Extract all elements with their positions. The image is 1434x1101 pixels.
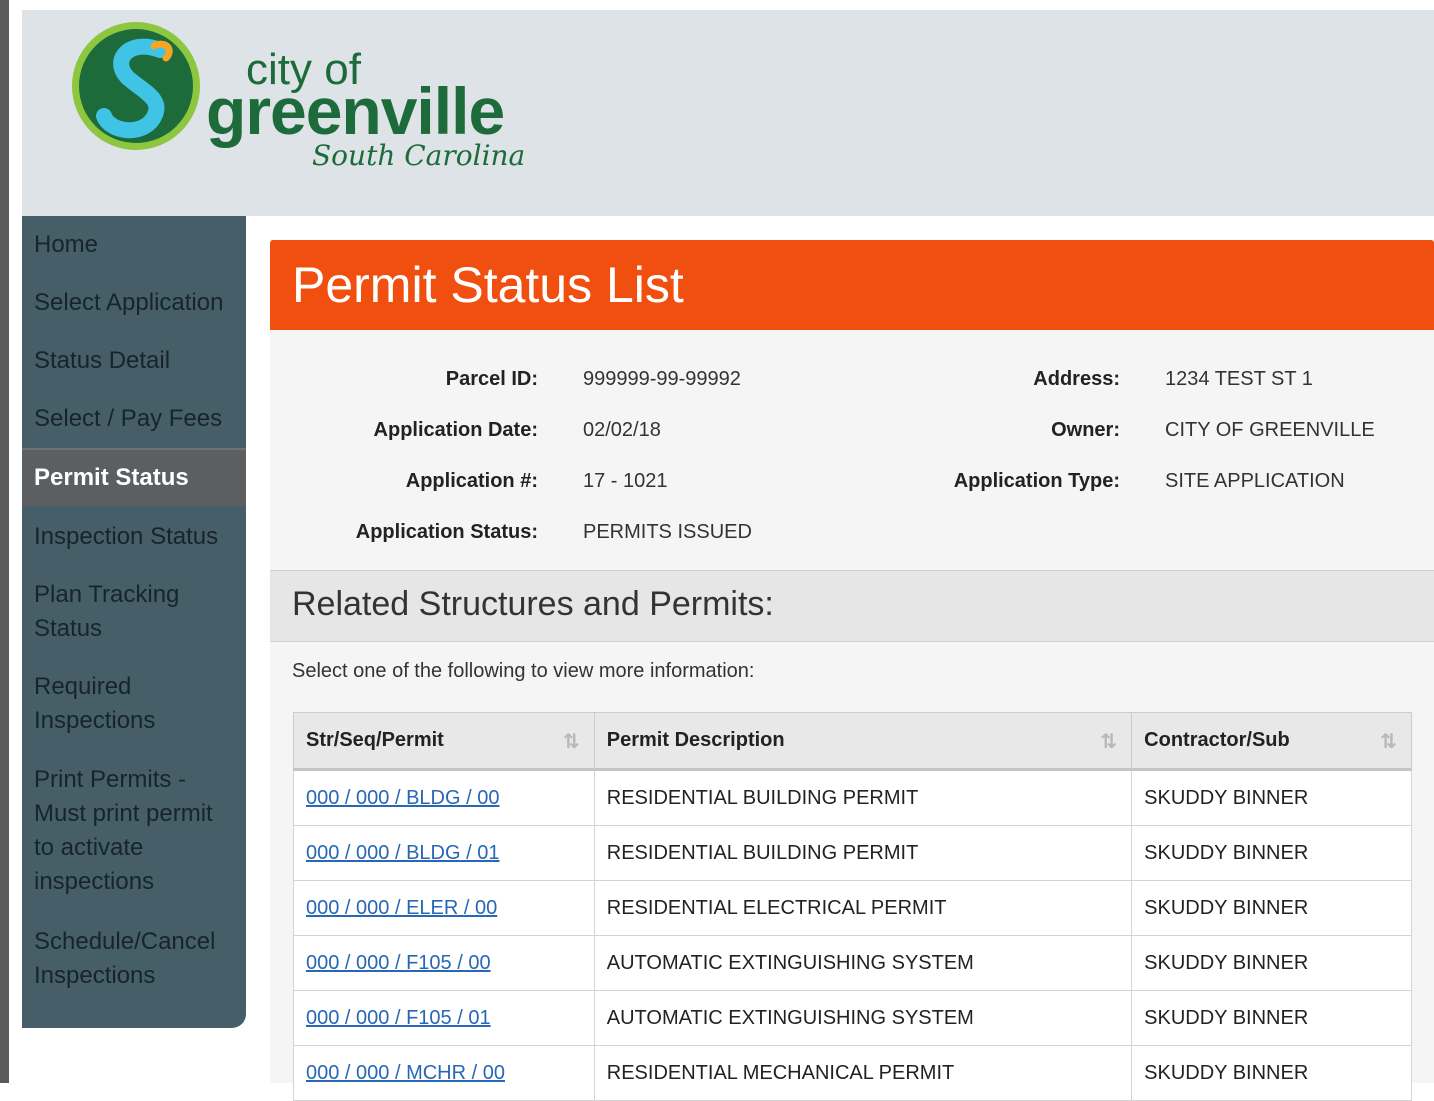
table-row: 000 / 000 / F105 / 01 AUTOMATIC EXTINGUI… bbox=[293, 990, 1412, 1046]
address-label: Address: bbox=[1033, 368, 1120, 390]
sidebar-item-label: Schedule/Cancel Inspections bbox=[34, 928, 216, 989]
sidebar-item-select-pay-fees[interactable]: Select / Pay Fees bbox=[22, 402, 246, 436]
permits-table: Str/Seq/Permit ⇅ Permit Description ⇅ Cont… bbox=[293, 712, 1412, 1101]
sidebar-item-label: Select / Pay Fees bbox=[34, 405, 223, 432]
sidebar-item-status-detail[interactable]: Status Detail bbox=[22, 344, 246, 378]
column-header-permit-description[interactable]: Permit Description ⇅ bbox=[593, 712, 1133, 771]
owner-value: CITY OF GREENVILLE bbox=[1165, 419, 1375, 441]
sidebar-item-select-application[interactable]: Select Application bbox=[22, 286, 246, 320]
sort-icon[interactable]: ⇅ bbox=[563, 729, 580, 754]
application-type-label: Application Type: bbox=[953, 470, 1120, 492]
permit-id-cell: 000 / 000 / BLDG / 00 bbox=[293, 769, 595, 826]
column-header-str-seq-permit[interactable]: Str/Seq/Permit ⇅ bbox=[293, 712, 595, 771]
application-number-label: Application #: bbox=[405, 470, 538, 492]
section-title: Related Structures and Permits: bbox=[292, 585, 774, 623]
logo-greenville-text: greenville bbox=[206, 74, 505, 148]
permit-description-cell: RESIDENTIAL MECHANICAL PERMIT bbox=[593, 1045, 1133, 1101]
permit-description-cell: RESIDENTIAL ELECTRICAL PERMIT bbox=[593, 880, 1133, 936]
column-header-label: Str/Seq/Permit bbox=[306, 729, 444, 751]
permit-id-cell: 000 / 000 / ELER / 00 bbox=[293, 880, 595, 936]
sidebar-item-label: Status Detail bbox=[34, 347, 171, 374]
permit-id-cell: 000 / 000 / F105 / 00 bbox=[293, 935, 595, 991]
permit-link[interactable]: 000 / 000 / BLDG / 01 bbox=[306, 842, 499, 864]
sidebar-item-label: Plan Tracking Status bbox=[34, 581, 180, 642]
window-left-edge bbox=[0, 0, 9, 1083]
parcel-id-label: Parcel ID: bbox=[445, 368, 538, 390]
permit-description-cell: AUTOMATIC EXTINGUISHING SYSTEM bbox=[593, 990, 1133, 1046]
permit-id-cell: 000 / 000 / F105 / 01 bbox=[293, 990, 595, 1046]
permit-link[interactable]: 000 / 000 / F105 / 00 bbox=[306, 952, 491, 974]
contractor-cell: SKUDDY BINNER bbox=[1131, 990, 1412, 1046]
sidebar-item-permit-status[interactable]: Permit Status bbox=[22, 448, 246, 506]
sidebar-item-plan-tracking-status[interactable]: Plan Tracking Status bbox=[22, 578, 212, 646]
permit-id-cell: 000 / 000 / BLDG / 01 bbox=[293, 825, 595, 881]
contractor-cell: SKUDDY BINNER bbox=[1131, 825, 1412, 881]
sidebar-nav: Home Select Application Status Detail Se… bbox=[22, 216, 246, 1028]
permit-description-cell: RESIDENTIAL BUILDING PERMIT bbox=[593, 825, 1133, 881]
permit-id-cell: 000 / 000 / MCHR / 00 bbox=[293, 1045, 595, 1101]
contractor-cell: SKUDDY BINNER bbox=[1131, 880, 1412, 936]
city-logo-emblem-icon bbox=[72, 22, 200, 150]
owner-label: Owner: bbox=[1051, 419, 1120, 441]
permit-link[interactable]: 000 / 000 / MCHR / 00 bbox=[306, 1062, 505, 1084]
header-banner: city of greenville South Carolina bbox=[22, 10, 1434, 216]
main-content: Permit Status List Parcel ID: 999999-99-… bbox=[270, 240, 1434, 1101]
column-header-label: Permit Description bbox=[606, 729, 785, 751]
application-status-value: PERMITS ISSUED bbox=[583, 521, 752, 543]
permit-link[interactable]: 000 / 000 / ELER / 00 bbox=[306, 897, 497, 919]
column-header-label: Contractor/Sub bbox=[1144, 729, 1290, 751]
sidebar-item-label: Home bbox=[34, 231, 99, 258]
logo-state-text: South Carolina bbox=[312, 139, 526, 172]
sidebar-item-label: Print Permits - Must print permit to act… bbox=[34, 766, 213, 895]
contractor-cell: SKUDDY BINNER bbox=[1131, 769, 1412, 826]
table-row: 000 / 000 / BLDG / 00 RESIDENTIAL BUILDI… bbox=[293, 769, 1412, 826]
permit-description-cell: AUTOMATIC EXTINGUISHING SYSTEM bbox=[593, 935, 1133, 991]
instruction-text: Select one of the following to view more… bbox=[292, 660, 755, 682]
table-row: 000 / 000 / BLDG / 01 RESIDENTIAL BUILDI… bbox=[293, 825, 1412, 881]
page-title: Permit Status List bbox=[292, 257, 684, 313]
permit-link[interactable]: 000 / 000 / BLDG / 00 bbox=[306, 787, 499, 809]
application-type-value: SITE APPLICATION bbox=[1165, 470, 1345, 492]
sort-icon[interactable]: ⇅ bbox=[1380, 729, 1397, 754]
sidebar-item-schedule-cancel-inspections[interactable]: Schedule/Cancel Inspections bbox=[22, 925, 234, 993]
application-number-value: 17 - 1021 bbox=[583, 470, 668, 492]
address-value: 1234 TEST ST 1 bbox=[1165, 368, 1313, 390]
contractor-cell: SKUDDY BINNER bbox=[1131, 935, 1412, 991]
sidebar-item-print-permits[interactable]: Print Permits - Must print permit to act… bbox=[22, 763, 234, 899]
sort-icon[interactable]: ⇅ bbox=[1100, 729, 1117, 754]
city-logo[interactable]: city of greenville South Carolina bbox=[70, 20, 530, 180]
sidebar-item-label: Permit Status bbox=[34, 464, 189, 491]
title-bar: Permit Status List bbox=[270, 240, 1434, 330]
column-header-contractor-sub[interactable]: Contractor/Sub ⇅ bbox=[1131, 712, 1412, 771]
parcel-id-value: 999999-99-99992 bbox=[583, 368, 741, 390]
application-date-value: 02/02/18 bbox=[583, 419, 661, 441]
sidebar-item-label: Required Inspections bbox=[34, 673, 156, 734]
sidebar-item-label: Select Application bbox=[34, 289, 224, 316]
permit-description-cell: RESIDENTIAL BUILDING PERMIT bbox=[593, 769, 1133, 826]
table-row: 000 / 000 / MCHR / 00 RESIDENTIAL MECHAN… bbox=[293, 1045, 1412, 1101]
contractor-cell: SKUDDY BINNER bbox=[1131, 1045, 1412, 1101]
sidebar-item-label: Inspection Status bbox=[34, 523, 219, 550]
application-date-label: Application Date: bbox=[373, 419, 538, 441]
application-status-label: Application Status: bbox=[355, 521, 538, 543]
table-row: 000 / 000 / F105 / 00 AUTOMATIC EXTINGUI… bbox=[293, 935, 1412, 991]
related-section-header: Related Structures and Permits: bbox=[270, 570, 1434, 642]
sidebar-item-required-inspections[interactable]: Required Inspections bbox=[22, 670, 212, 738]
permit-link[interactable]: 000 / 000 / F105 / 01 bbox=[306, 1007, 491, 1029]
sidebar-item-inspection-status[interactable]: Inspection Status bbox=[22, 520, 246, 554]
table-header-row: Str/Seq/Permit ⇅ Permit Description ⇅ Cont… bbox=[293, 712, 1412, 771]
sidebar-item-home[interactable]: Home bbox=[22, 228, 246, 262]
table-row: 000 / 000 / ELER / 00 RESIDENTIAL ELECTR… bbox=[293, 880, 1412, 936]
